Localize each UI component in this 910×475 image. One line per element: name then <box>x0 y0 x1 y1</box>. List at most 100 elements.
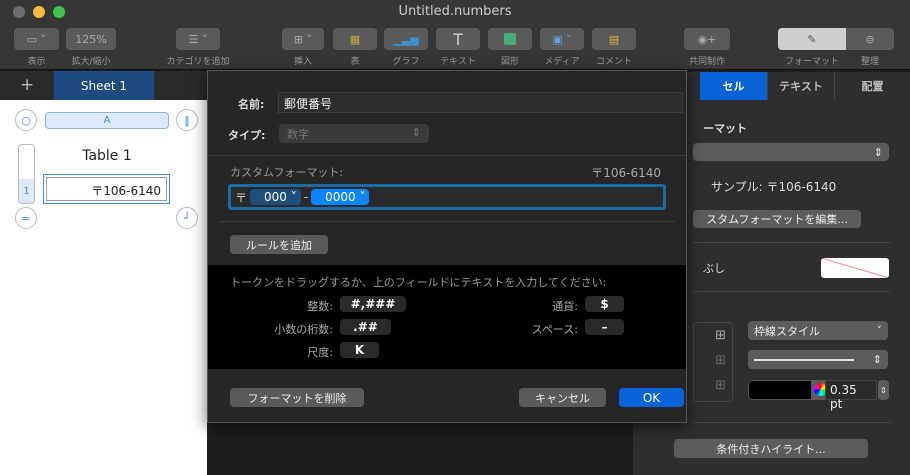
tab-text[interactable]: テキスト <box>768 72 835 100</box>
table-button[interactable]: ▦ <box>333 28 377 50</box>
chart-button[interactable]: ▁▃▅ <box>384 28 428 50</box>
divider <box>693 291 890 292</box>
divider <box>220 221 675 222</box>
comment-button[interactable]: ▤ <box>592 28 636 50</box>
scale-label: 尺度: <box>307 346 333 359</box>
add-rule-button[interactable]: ルールを追加 <box>230 235 328 254</box>
custom-format-label: カスタムフォーマット: <box>230 166 344 179</box>
chart-label: グラフ <box>392 57 420 67</box>
zoom-label: 拡大/縮小 <box>71 57 111 67</box>
view-label: 表示 <box>27 57 46 67</box>
table-title[interactable]: Table 1 <box>45 148 169 164</box>
table-label: 表 <box>350 57 360 67</box>
border-width-stepper[interactable]: ⇕ <box>878 380 889 400</box>
resize-table-handle[interactable]: ┘ <box>176 207 198 229</box>
name-label: 名前: <box>238 98 265 111</box>
conditional-highlight-button[interactable]: 条件付きハイライト... <box>674 439 868 458</box>
insert-icon: ⊞ ˅ <box>293 32 313 46</box>
toolbar: ▭ ˅ 表示 125% 拡大/縮小 ☰ ˅ カテゴリを追加 ⊞ ˅ 挿入 ▦ 表… <box>0 24 910 70</box>
organize-button[interactable]: ⊜ <box>846 28 894 50</box>
data-format-heading: ーマット <box>703 122 747 135</box>
chart-icon: ▁▃▅ <box>393 32 419 46</box>
organize-icon: ⊜ <box>865 32 875 46</box>
column-handle[interactable]: ‖ <box>176 109 198 131</box>
text-label: テキスト <box>440 57 476 67</box>
shape-button[interactable] <box>488 28 532 50</box>
border-style-select[interactable]: 枠線スタイル ˅ <box>748 321 888 340</box>
space-token-source[interactable]: – <box>585 319 624 335</box>
inner-borders-icon[interactable]: ⊞ <box>694 348 726 373</box>
cell-a1-value: 〒106-6140 <box>46 177 167 201</box>
border-style-value: 枠線スタイル <box>754 324 820 338</box>
border-color-well[interactable] <box>748 380 812 400</box>
view-button[interactable]: ▭ ˅ <box>14 28 59 50</box>
type-label: タイプ: <box>228 129 266 142</box>
chevron-down-icon: ˅ <box>876 324 883 337</box>
scale-token-source[interactable]: K <box>340 342 379 358</box>
line-preview <box>754 358 854 361</box>
border-width-field[interactable]: 0.35 pt <box>825 380 877 411</box>
token-value: 0000 <box>325 190 356 204</box>
token-palette: トークンをドラッグするか、上のフィールドにテキストを入力してください: 整数: … <box>208 265 686 369</box>
space-label: スペース: <box>531 323 578 336</box>
type-value: 数字 <box>287 128 309 141</box>
cancel-button[interactable]: キャンセル <box>519 388 606 407</box>
format-sample: サンプル: 〒106-6140 <box>711 180 837 194</box>
media-icon: ▣ ˅ <box>552 32 572 46</box>
stepper-icon: ⇕ <box>411 126 421 139</box>
zoom-select[interactable]: 125% <box>66 28 116 50</box>
outer-borders-icon[interactable]: ⊞ <box>694 373 726 398</box>
row-header-1[interactable]: 1 <box>19 179 34 203</box>
comment-icon: ▤ <box>608 32 620 46</box>
selected-cell[interactable]: 〒106-6140 <box>43 174 170 204</box>
text-button[interactable]: T <box>436 28 480 50</box>
custom-format-dialog: 名前: 郵便番号 タイプ: 数字 ⇕ カスタムフォーマット: 〒106-6140 … <box>207 70 687 423</box>
name-input[interactable]: 郵便番号 <box>278 92 683 113</box>
integer-token-selected[interactable]: 0000 ˅ <box>311 189 370 205</box>
edit-custom-format-button[interactable]: スタムフォーマットを編集... <box>693 210 861 228</box>
insert-button[interactable]: ⊞ ˅ <box>282 28 324 50</box>
collaborate-button[interactable]: ◉+ <box>684 28 730 50</box>
delete-format-button[interactable]: フォーマットを削除 <box>230 388 364 407</box>
stepper-icon: ⇕ <box>872 353 882 366</box>
collaborate-label: 共同制作 <box>688 57 725 67</box>
window-title: Untitled.numbers <box>398 4 512 19</box>
column-header-a[interactable]: A <box>45 112 169 129</box>
currency-token-source[interactable]: $ <box>585 296 624 312</box>
all-borders-icon[interactable]: ⊞ <box>694 323 726 348</box>
integer-token[interactable]: 000 ˅ <box>250 189 301 205</box>
divider <box>693 242 890 243</box>
insert-label: 挿入 <box>293 57 312 67</box>
decimal-label: 小数の桁数: <box>274 323 333 336</box>
format-field[interactable]: 〒 000 ˅ - 0000 ˅ <box>228 184 666 210</box>
category-label: カテゴリを追加 <box>166 57 230 67</box>
fill-color-well[interactable] <box>821 258 889 278</box>
line-style-select[interactable]: ⇕ <box>748 350 888 369</box>
row-handle[interactable]: = <box>15 207 37 229</box>
organize-label: 整理 <box>860 57 879 67</box>
view-icon: ▭ ˅ <box>26 32 47 46</box>
border-selector[interactable]: ⊞ ⊞ ⊞ <box>693 322 733 402</box>
category-button[interactable]: ☰ ˅ <box>176 28 220 50</box>
media-button[interactable]: ▣ ˅ <box>540 28 584 50</box>
select-table-handle[interactable]: ○ <box>15 109 37 131</box>
format-label: フォーマット <box>784 57 839 67</box>
divider <box>208 155 686 156</box>
type-select[interactable]: 数字 ⇕ <box>279 124 429 143</box>
tab-cell[interactable]: セル <box>700 72 768 100</box>
data-format-select[interactable]: ⇕ <box>693 143 889 161</box>
integer-label: 整数: <box>307 300 333 313</box>
sheet-canvas: ○ A ‖ 1 Table 1 〒106-6140 = ┘ <box>0 100 207 475</box>
collaborate-icon: ◉+ <box>697 32 717 46</box>
format-button[interactable]: ✎ <box>778 28 846 50</box>
integer-token-source[interactable]: #,### <box>340 296 406 312</box>
tab-sheet-1[interactable]: Sheet 1 <box>54 71 154 100</box>
separator-text: - <box>303 190 309 204</box>
decimal-token-source[interactable]: .## <box>340 319 391 335</box>
tab-arrange[interactable]: 配置 <box>835 72 910 100</box>
ok-button[interactable]: OK <box>619 388 684 407</box>
add-sheet-button[interactable]: + <box>20 75 34 95</box>
format-preview: 〒106-6140 <box>591 166 661 180</box>
comment-label: コメント <box>595 57 632 67</box>
shape-icon <box>504 33 516 45</box>
